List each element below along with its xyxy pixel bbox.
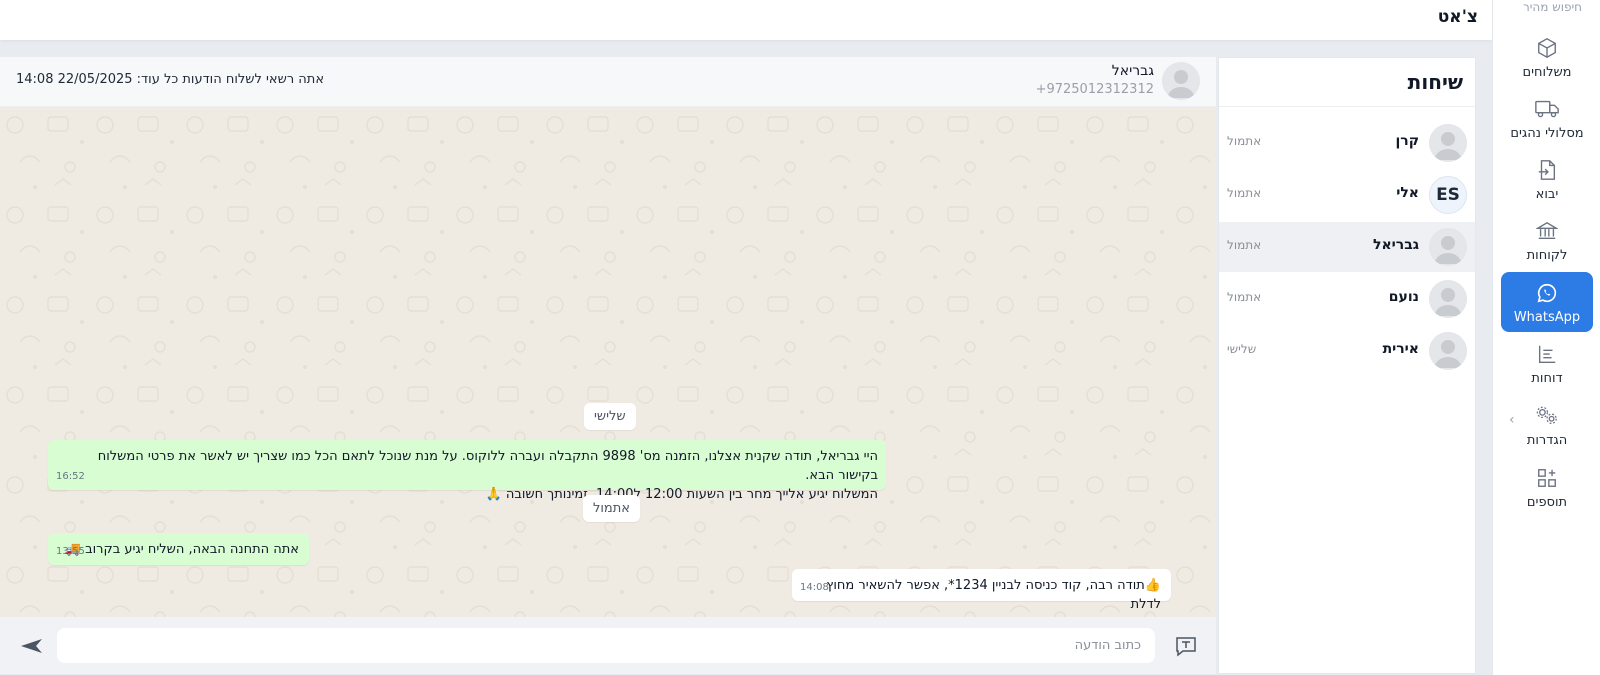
nav-label: תוספים (1526, 494, 1568, 510)
side-navigation: חיפוש מהיר משלוחים מסלולי נהגים יבוא לקו… (1492, 0, 1600, 675)
box-icon (1534, 35, 1560, 61)
message-incoming: 👍תודה רבה, קוד כניסה לבניין 1234*, אפשר … (792, 569, 1171, 612)
gears-icon (1534, 403, 1560, 429)
contact-name: גבריאל (1111, 63, 1154, 79)
nav-item-whatsapp[interactable]: WhatsApp (1501, 272, 1593, 332)
avatar (1429, 228, 1467, 266)
user-placeholder-icon (1429, 332, 1467, 370)
whatsapp-icon (1534, 280, 1560, 306)
nav-label: דוחות (1531, 370, 1563, 386)
conversations-title: שיחות (1407, 70, 1463, 94)
report-icon (1534, 341, 1560, 367)
conversation-name: אירית (1382, 341, 1419, 357)
nav-item-addons[interactable]: תוספים (1501, 458, 1593, 516)
nav-label: הגדרות (1526, 432, 1568, 448)
date-separator: שלישי (584, 403, 636, 430)
chat-messages-area[interactable]: שלישי היי גבריאל, תודה שקנית אצלנו, הזמנ… (0, 107, 1216, 617)
quick-search-link[interactable]: חיפוש מהיר (1523, 0, 1582, 14)
message-time: 14:08 (800, 582, 829, 593)
conversation-item[interactable]: נועם אתמול (1219, 274, 1475, 324)
user-placeholder-icon (1429, 124, 1467, 162)
nav-label: משלוחים (1522, 64, 1572, 80)
conversation-time: שלישי (1227, 342, 1257, 356)
message-time: 16:52 (56, 471, 85, 482)
message-composer (0, 617, 1216, 674)
nav-label: יבוא (1535, 186, 1559, 202)
conversation-name: קרן (1395, 133, 1419, 149)
nav-label: WhatsApp (1513, 309, 1581, 325)
top-header: צ'אט (0, 0, 1492, 40)
conversation-name: נועם (1388, 289, 1419, 305)
nav-item-driver-routes[interactable]: מסלולי נהגים (1501, 89, 1593, 147)
avatar (1429, 124, 1467, 162)
message-text: אתה התחנה הבאה, השליח יגיע בקרוב 🚚 (64, 542, 299, 557)
truck-icon (1534, 96, 1560, 122)
message-outgoing: אתה התחנה הבאה, השליח יגיע בקרוב 🚚 13:55 (48, 533, 309, 565)
contact-avatar (1162, 62, 1200, 100)
conversations-panel: שיחות קרן אתמול ES אלי אתמול גבריאל אתמו… (1218, 57, 1476, 674)
contact-phone: +9725012312312 (1035, 82, 1154, 97)
avatar (1429, 280, 1467, 318)
conversation-name: גבריאל (1372, 237, 1419, 253)
nav-item-shipments[interactable]: משלוחים (1501, 28, 1593, 86)
user-placeholder-icon (1429, 280, 1467, 318)
conversation-time: אתמול (1227, 290, 1262, 304)
conversation-time: אתמול (1227, 238, 1262, 252)
message-text: 👍תודה רבה, קוד כניסה לבניין 1234*, אפשר … (826, 578, 1161, 612)
date-separator: אתמול (583, 495, 640, 522)
page-title: צ'אט (1437, 7, 1478, 27)
nav-item-settings[interactable]: הגדרות (1501, 396, 1593, 454)
nav-item-import[interactable]: יבוא (1501, 150, 1593, 208)
nav-item-reports[interactable]: דוחות (1501, 334, 1593, 392)
messaging-window-notice: אתה רשאי לשלוח הודעות כל עוד: 22/05/2025… (16, 72, 325, 87)
conversation-item[interactable]: ES אלי אתמול (1219, 170, 1475, 220)
template-message-icon[interactable] (1174, 634, 1198, 658)
conversation-item[interactable]: אירית שלישי (1219, 326, 1475, 376)
file-import-icon (1534, 157, 1560, 183)
divider (1219, 106, 1475, 107)
send-icon[interactable] (18, 633, 44, 659)
conversation-item[interactable]: קרן אתמול (1219, 118, 1475, 168)
conversation-name: אלי (1396, 185, 1419, 201)
conversation-time: אתמול (1227, 186, 1262, 200)
conversation-item-selected[interactable]: גבריאל אתמול (1219, 222, 1475, 272)
message-text: היי גבריאל, תודה שקנית אצלנו, הזמנה מס' … (97, 449, 878, 483)
conversation-time: אתמול (1227, 134, 1262, 148)
message-input[interactable] (57, 628, 1155, 663)
message-text: המשלוח יגיע אלייך מחר בין השעות 12:00 ל1… (485, 487, 878, 502)
bank-icon (1534, 218, 1560, 244)
message-time: 13:55 (56, 546, 85, 557)
avatar (1429, 332, 1467, 370)
message-outgoing: היי גבריאל, תודה שקנית אצלנו, הזמנה מס' … (48, 440, 886, 502)
chevron-left-icon[interactable]: ‹ (1509, 412, 1515, 428)
user-placeholder-icon (1162, 62, 1200, 100)
chat-header: גבריאל +9725012312312 אתה רשאי לשלוח הוד… (0, 57, 1216, 107)
avatar-initials: ES (1429, 176, 1467, 214)
nav-label: מסלולי נהגים (1510, 125, 1584, 141)
nav-item-customers[interactable]: לקוחות (1501, 211, 1593, 269)
nav-label: לקוחות (1526, 247, 1568, 263)
user-placeholder-icon (1429, 228, 1467, 266)
addons-icon (1534, 465, 1560, 491)
